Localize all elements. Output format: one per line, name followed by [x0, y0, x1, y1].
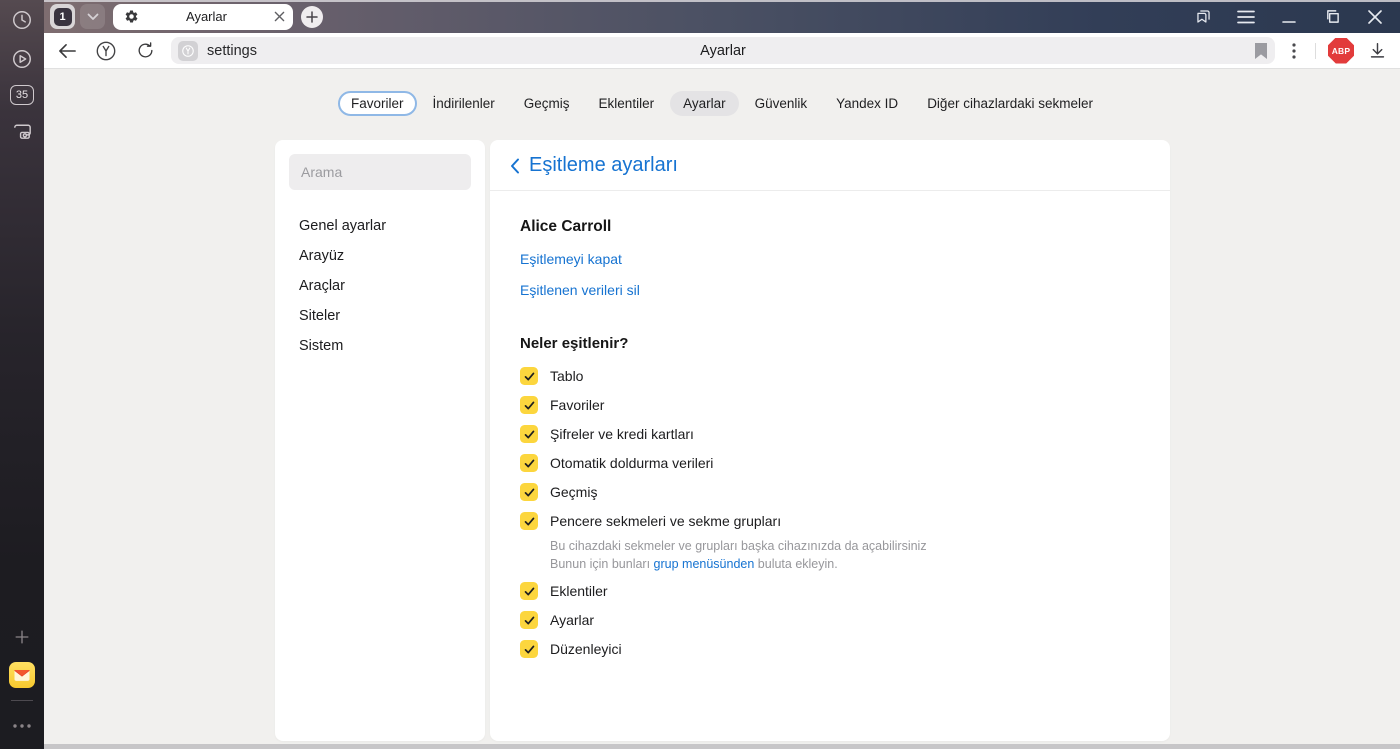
checkbox-favoriler[interactable]: [520, 396, 538, 414]
browser-toolbar: settings Ayarlar ABP: [44, 33, 1400, 69]
url-text: settings: [207, 42, 257, 59]
nav-tab-ge-mi[interactable]: Geçmiş: [511, 91, 583, 116]
settings-menu-item-genel-ayarlar[interactable]: Genel ayarlar: [289, 211, 471, 241]
checkbox-pencere-sekmeleri-ve-sekme-gruplar[interactable]: [520, 512, 538, 530]
nav-tab-favoriler[interactable]: Favoriler: [337, 91, 417, 116]
address-bar[interactable]: settings Ayarlar: [171, 37, 1275, 64]
tab-count-value: 1: [53, 7, 72, 26]
omnibox-page-title: Ayarlar: [700, 42, 746, 59]
sync-item-otomatik-doldurma-verileri: Otomatik doldurma verileri: [520, 454, 1140, 472]
downloads-icon[interactable]: [1369, 42, 1386, 59]
sync-items-list: Tablo Favoriler Şifreler ve kredi kartları…: [520, 367, 1140, 658]
toolbar-divider: [1315, 42, 1316, 59]
add-panel-icon[interactable]: [9, 624, 35, 650]
page-favicon: [178, 40, 198, 61]
nav-tab-yandex-id[interactable]: Yandex ID: [823, 91, 911, 116]
restore-window-icon[interactable]: [1322, 7, 1342, 27]
history-clock-icon[interactable]: [9, 7, 35, 33]
active-tab[interactable]: Ayarlar: [113, 3, 293, 30]
nav-tab-di-er-cihazlardaki-sekmeler[interactable]: Diğer cihazlardaki sekmeler: [914, 91, 1106, 116]
checkbox-otomatik-doldurma-verileri[interactable]: [520, 454, 538, 472]
settings-menu-item-aray-z[interactable]: Arayüz: [289, 241, 471, 271]
tab-count-button[interactable]: 1: [50, 4, 75, 29]
minimize-icon[interactable]: [1279, 7, 1299, 27]
sync-item-ifreler-ve-kredi-kartlar: Şifreler ve kredi kartları: [520, 425, 1140, 443]
adblock-plus-badge[interactable]: ABP: [1328, 37, 1354, 64]
browser-side-rail: 35: [0, 0, 44, 749]
settings-nav-tabs: Favoriler İndirilenler Geçmiş Eklentiler Aya…: [44, 91, 1400, 116]
settings-sidebar-card: Genel ayarlarArayüzAraçlarSitelerSistem: [275, 140, 485, 741]
settings-menu: Genel ayarlar Arayüz Araçlar Siteler Sistem: [289, 211, 471, 361]
tab-counter-badge[interactable]: 35: [10, 85, 34, 105]
checkbox-ge-mi[interactable]: [520, 483, 538, 501]
tab-title: Ayarlar: [186, 9, 227, 24]
sync-section-title: Neler eşitlenir?: [520, 335, 629, 352]
rail-divider: [11, 700, 33, 701]
sync-item-label: Eklentiler: [550, 583, 608, 599]
checkbox-ifreler-ve-kredi-kartlar[interactable]: [520, 425, 538, 443]
sync-item-label: Pencere sekmeleri ve sekme grupları: [550, 513, 782, 529]
sync-item-ge-mi: Geçmiş: [520, 483, 1140, 501]
sync-item-tablo: Tablo: [520, 367, 1140, 385]
checkbox-d-zenleyici[interactable]: [520, 640, 538, 658]
tab-bar: 1 Ayarlar: [44, 0, 1400, 33]
sync-item-label: Tablo: [550, 368, 584, 384]
new-tab-button[interactable]: [301, 5, 323, 28]
sync-item-label: Şifreler ve kredi kartları: [550, 426, 694, 442]
sync-item-favoriler: Favoriler: [520, 396, 1140, 414]
settings-menu-item-siteler[interactable]: Siteler: [289, 301, 471, 331]
settings-menu-item-sistem[interactable]: Sistem: [289, 331, 471, 361]
yandex-button-icon[interactable]: [93, 38, 119, 64]
back-arrow-icon[interactable]: [54, 38, 80, 64]
more-options-dots-icon[interactable]: [9, 713, 35, 739]
play-media-icon[interactable]: [9, 46, 35, 72]
checkbox-eklentiler[interactable]: [520, 582, 538, 600]
sync-item-label: Ayarlar: [550, 612, 595, 628]
sync-item-d-zenleyici: Düzenleyici: [520, 640, 1140, 658]
sync-item-label: Düzenleyici: [550, 641, 622, 657]
sync-item-ayarlar: Ayarlar: [520, 611, 1140, 629]
sync-item-label: Geçmiş: [550, 484, 598, 500]
nav-tab-g-venlik[interactable]: Güvenlik: [742, 91, 821, 116]
search-input[interactable]: [289, 154, 471, 190]
tab-list-chevron-button[interactable]: [80, 4, 105, 29]
collections-icon[interactable]: [1193, 7, 1213, 27]
checkbox-tablo[interactable]: [520, 367, 538, 385]
checkbox-ayarlar[interactable]: [520, 611, 538, 629]
sync-settings-card: Eşitleme ayarları Alice Carroll Eşitleme…: [490, 140, 1170, 741]
close-window-icon[interactable]: [1365, 7, 1385, 27]
tab-close-icon[interactable]: [274, 11, 285, 22]
window-bottom-edge: [44, 744, 1400, 749]
sync-item-pencere-sekmeleri-ve-sekme-gruplar: Pencere sekmeleri ve sekme grupları: [520, 512, 1140, 530]
screen-capture-icon[interactable]: [9, 118, 35, 144]
gear-icon: [124, 9, 139, 24]
refresh-icon[interactable]: [132, 38, 158, 64]
extensions-kebab-icon[interactable]: [1285, 42, 1303, 59]
disable-sync-link[interactable]: Eşitlemeyi kapat: [520, 251, 1140, 267]
panel-title: Eşitleme ayarları: [529, 154, 678, 176]
settings-page: Favoriler İndirilenler Geçmiş Eklentiler Aya…: [44, 69, 1400, 749]
menu-hamburger-icon[interactable]: [1236, 7, 1256, 27]
panel-header: Eşitleme ayarları: [490, 140, 1170, 191]
yandex-mail-icon[interactable]: [9, 662, 35, 688]
sync-item-label: Favoriler: [550, 397, 605, 413]
delete-synced-data-link[interactable]: Eşitlenen verileri sil: [520, 282, 1140, 298]
sync-item-description: Bu cihazdaki sekmeler ve grupları başka …: [550, 539, 927, 571]
account-name: Alice Carroll: [520, 218, 612, 235]
bookmark-flag-icon[interactable]: [1254, 42, 1268, 59]
sync-item-eklentiler: Eklentiler: [520, 582, 1140, 600]
sync-item-label: Otomatik doldurma verileri: [550, 455, 714, 471]
group-menu-link[interactable]: grup menüsünden: [654, 557, 755, 571]
nav-tab-eklentiler[interactable]: Eklentiler: [586, 91, 668, 116]
settings-menu-item-ara-lar[interactable]: Araçlar: [289, 271, 471, 301]
nav-tab-i-ndirilenler[interactable]: İndirilenler: [420, 91, 508, 116]
back-chevron-icon[interactable]: [510, 158, 520, 174]
nav-tab-ayarlar[interactable]: Ayarlar: [670, 91, 739, 116]
